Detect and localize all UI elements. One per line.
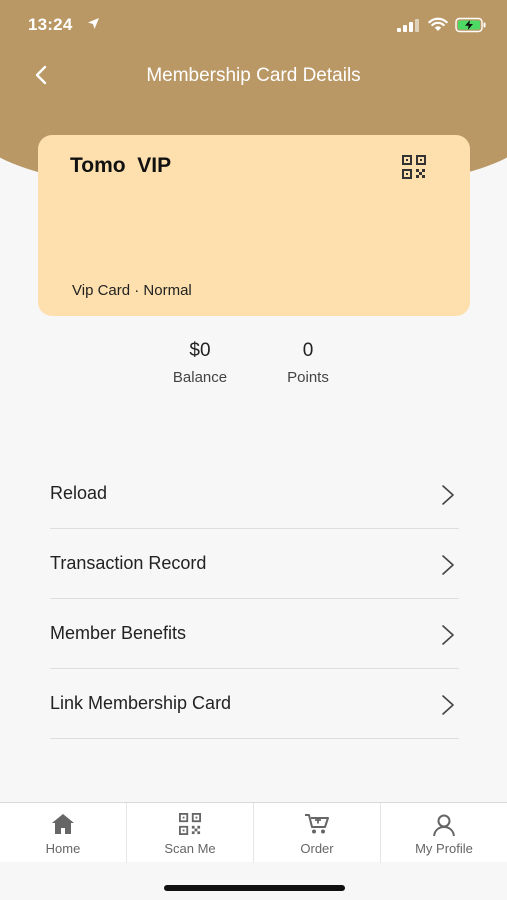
- points-value: 0: [302, 340, 314, 361]
- page-title: Membership Card Details: [146, 65, 361, 86]
- wifi-icon: [428, 17, 448, 37]
- points-label: Points: [287, 369, 329, 386]
- points-stat: 0 Points: [253, 340, 363, 386]
- cellular-signal-icon: [397, 19, 419, 37]
- membership-card: Tomo VIP Vip Card · Normal: [38, 135, 470, 316]
- chevron-right-icon: [442, 625, 454, 645]
- battery-charging-icon: [455, 17, 487, 38]
- chevron-right-icon: [442, 695, 454, 715]
- qr-code-button[interactable]: [402, 155, 426, 184]
- balance-value: $0: [189, 340, 211, 361]
- menu-item-transaction-record[interactable]: Transaction Record: [50, 529, 459, 599]
- menu-item-label: Reload: [50, 483, 108, 503]
- status-time: 13:24: [28, 15, 73, 34]
- home-icon: [52, 814, 74, 834]
- profile-icon: [433, 814, 455, 837]
- menu-item-member-benefits[interactable]: Member Benefits: [50, 599, 459, 669]
- tab-label: Order: [300, 841, 334, 856]
- options-menu: Reload Transaction Record Member Benefit…: [50, 459, 459, 739]
- tab-my-profile[interactable]: My Profile: [381, 803, 507, 863]
- card-type-label: Vip Card · Normal: [72, 282, 192, 299]
- tab-order[interactable]: Order: [254, 803, 380, 863]
- menu-item-label: Member Benefits: [50, 623, 187, 643]
- balance-label: Balance: [172, 369, 228, 386]
- tab-label: My Profile: [415, 841, 473, 856]
- tab-home[interactable]: Home: [0, 803, 126, 863]
- menu-item-label: Link Membership Card: [50, 693, 232, 713]
- bottom-tab-bar: Home Scan Me Order My Profile: [0, 802, 507, 863]
- home-indicator[interactable]: [164, 885, 345, 891]
- qr-code-icon: [179, 813, 201, 835]
- chevron-right-icon: [442, 555, 454, 575]
- chevron-right-icon: [442, 485, 454, 505]
- card-name: Tomo VIP: [70, 154, 172, 177]
- menu-item-reload[interactable]: Reload: [50, 459, 459, 529]
- cart-icon: [305, 814, 329, 834]
- location-arrow-icon: [87, 17, 100, 35]
- tab-label: Home: [45, 841, 81, 856]
- navigation-bar: Membership Card Details: [0, 52, 507, 100]
- balance-stat: $0 Balance: [145, 340, 255, 386]
- menu-item-label: Transaction Record: [50, 553, 207, 573]
- qr-code-icon: [402, 155, 426, 179]
- tab-scan-me[interactable]: Scan Me: [127, 803, 253, 863]
- status-bar: 13:24: [0, 0, 507, 52]
- menu-item-link-membership-card[interactable]: Link Membership Card: [50, 669, 459, 739]
- account-stats: $0 Balance 0 Points: [0, 340, 507, 396]
- tab-label: Scan Me: [164, 841, 216, 856]
